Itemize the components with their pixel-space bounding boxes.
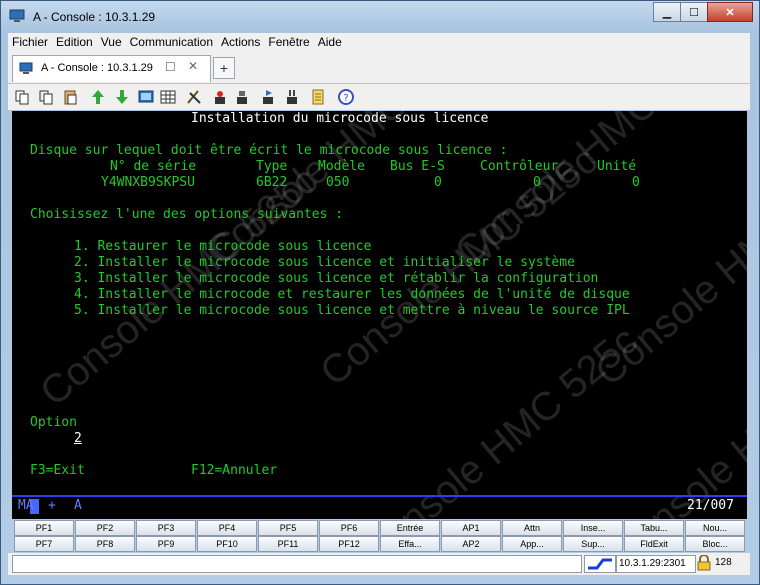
insert-button[interactable]: Inse... — [563, 520, 623, 536]
menu-bar: Fichier Edition Vue Communication Action… — [8, 33, 750, 51]
pause-icon[interactable] — [284, 89, 300, 105]
pf10-button[interactable]: PF10 — [197, 536, 257, 552]
value-bus: 0 — [434, 175, 442, 190]
record-icon[interactable] — [212, 89, 228, 105]
tab-button[interactable]: Tabu... — [624, 520, 684, 536]
header-bus: Bus E-S — [390, 159, 445, 174]
option-label: Option — [30, 415, 77, 430]
value-model: 050 — [326, 175, 350, 190]
encryption-bits: 128 — [715, 557, 732, 568]
block-button[interactable]: Bloc... — [685, 536, 745, 552]
cut-icon[interactable] — [38, 89, 54, 105]
tab-strip: A - Console : 10.3.1.29 ☐ ✕ + — [8, 51, 750, 83]
option-1: 1. Restaurer le microcode sous licence — [74, 239, 372, 254]
notes-icon[interactable] — [310, 89, 326, 105]
header-controller: Contrôleur — [480, 159, 559, 174]
status-plus: + — [48, 498, 56, 513]
app-button[interactable]: App... — [502, 536, 562, 552]
menu-edition[interactable]: Edition — [52, 35, 97, 49]
status-separator — [12, 495, 747, 497]
tab-close-icon[interactable]: ✕ — [188, 59, 198, 73]
attn-button[interactable]: Attn — [502, 520, 562, 536]
option-input[interactable]: 2 — [74, 431, 82, 447]
menu-actions[interactable]: Actions — [217, 35, 264, 49]
help-icon[interactable]: ? — [338, 89, 354, 105]
console-app-icon — [9, 9, 25, 22]
value-unit: 0 — [632, 175, 640, 190]
menu-fenetre[interactable]: Fenêtre — [264, 35, 313, 49]
choose-prompt: Choisissez l'une des options suivantes : — [30, 207, 344, 222]
copy-icon[interactable] — [14, 89, 30, 105]
menu-fichier[interactable]: Fichier — [8, 35, 52, 49]
play-icon[interactable] — [260, 89, 276, 105]
pf7-button[interactable]: PF7 — [14, 536, 74, 552]
pf11-button[interactable]: PF11 — [258, 536, 318, 552]
receive-icon[interactable] — [114, 89, 130, 105]
pf9-button[interactable]: PF9 — [136, 536, 196, 552]
menu-aide[interactable]: Aide — [314, 35, 346, 49]
message-field — [12, 555, 582, 573]
status-bar: 10.3.1.29:2301 128 — [8, 553, 750, 575]
disk-question: Disque sur lequel doit être écrit le mic… — [30, 143, 508, 158]
stop-icon[interactable] — [234, 89, 250, 105]
cursor-position: 21/007 — [687, 498, 734, 513]
option-2: 2. Installer le microcode sous licence e… — [74, 255, 575, 270]
pf4-button[interactable]: PF4 — [197, 520, 257, 536]
host-address: 10.3.1.29:2301 — [616, 555, 696, 573]
terminal-screen[interactable]: Console HMC 525c Console HMC 525c Consol… — [12, 111, 747, 519]
f3-key[interactable]: F3=Exit — [30, 463, 85, 479]
paste-icon[interactable] — [62, 89, 78, 105]
maximize-button[interactable]: ☐ — [680, 2, 708, 22]
delete-button[interactable]: Sup... — [563, 536, 623, 552]
macro-icon[interactable] — [186, 89, 202, 105]
pf8-button[interactable]: PF8 — [75, 536, 135, 552]
newline-button[interactable]: Nou... — [685, 520, 745, 536]
svg-text:?: ? — [343, 93, 348, 104]
header-serial: N° de série — [110, 159, 197, 174]
erase-button[interactable]: Effa... — [380, 536, 440, 552]
new-tab-button[interactable]: + — [213, 57, 235, 79]
option-5: 5. Installer le microcode sous licence e… — [74, 303, 630, 318]
status-mode: A — [74, 498, 82, 513]
pf12-button[interactable]: PF12 — [319, 536, 379, 552]
pf2-button[interactable]: PF2 — [75, 520, 135, 536]
ap1-button[interactable]: AP1 — [441, 520, 501, 536]
pf1-button[interactable]: PF1 — [14, 520, 74, 536]
status-ma: MA — [18, 498, 34, 513]
pf6-button[interactable]: PF6 — [319, 520, 379, 536]
window-title: A - Console : 10.3.1.29 — [33, 10, 156, 24]
f12-key[interactable]: F12=Annuler — [191, 463, 277, 479]
toolbar: ? — [8, 84, 750, 110]
header-type: Type — [256, 159, 288, 174]
menu-communication[interactable]: Communication — [126, 35, 217, 49]
value-serial: Y4WNXB9SKPSU — [101, 175, 195, 190]
tab-maximize-icon[interactable]: ☐ — [165, 60, 176, 74]
display-icon[interactable] — [138, 89, 154, 105]
watermark: Console HMC 525c — [447, 111, 741, 275]
close-button[interactable]: ✕ — [707, 2, 753, 22]
option-3: 3. Installer le microcode sous licence e… — [74, 271, 599, 286]
title-bar: A - Console : 10.3.1.29 ▁ ☐ ✕ — [1, 1, 759, 33]
header-unit: Unité — [597, 159, 637, 174]
tab-console[interactable]: A - Console : 10.3.1.29 ☐ ✕ — [12, 55, 211, 82]
value-type: 6B22 — [256, 175, 288, 190]
pf3-button[interactable]: PF3 — [136, 520, 196, 536]
header-model: Modèle — [318, 159, 365, 174]
send-icon[interactable] — [90, 89, 106, 105]
value-controller: 0 — [533, 175, 541, 190]
option-4: 4. Installer le microcode et restaurer l… — [74, 287, 630, 302]
lock-icon — [697, 555, 711, 571]
menu-vue[interactable]: Vue — [97, 35, 126, 49]
enter-button[interactable]: Entrée — [380, 520, 440, 536]
connection-icon — [584, 555, 616, 573]
table-icon[interactable] — [160, 89, 176, 105]
pf5-button[interactable]: PF5 — [258, 520, 318, 536]
tab-label: A - Console : 10.3.1.29 — [41, 62, 153, 74]
fldexit-button[interactable]: FldExit — [624, 536, 684, 552]
ap2-button[interactable]: AP2 — [441, 536, 501, 552]
minimize-button[interactable]: ▁ — [653, 2, 681, 22]
console-tab-icon — [19, 62, 33, 74]
screen-title: Installation du microcode sous licence — [191, 111, 489, 126]
